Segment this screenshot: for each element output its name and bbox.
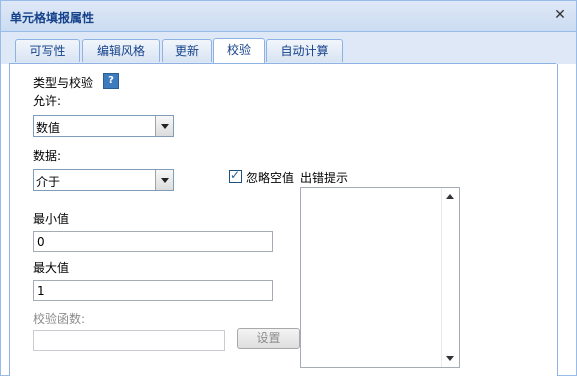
allow-label: 允许: [33, 94, 62, 108]
scroll-down-icon[interactable] [446, 356, 454, 361]
chevron-down-icon[interactable] [155, 116, 173, 136]
error-prompt-label: 出错提示 [300, 171, 349, 185]
min-input[interactable]: 0 [33, 231, 273, 252]
tab-auto-calc[interactable]: 自动计算 [266, 39, 343, 62]
tab-validation[interactable]: 校验 [213, 38, 265, 63]
max-label: 最大值 [33, 261, 70, 275]
scrollbar[interactable] [441, 188, 459, 367]
func-label: 校验函数: [33, 312, 86, 326]
tab-update[interactable]: 更新 [162, 39, 212, 62]
func-input[interactable] [33, 330, 225, 351]
data-select-value: 介于 [36, 175, 61, 189]
allow-select-value: 数值 [36, 121, 61, 135]
min-input-value: 0 [37, 235, 45, 249]
max-input[interactable]: 1 [33, 280, 273, 301]
min-label: 最小值 [33, 212, 70, 226]
dialog-title: 单元格填报属性 [10, 11, 95, 25]
data-select[interactable]: 介于 [33, 169, 174, 191]
close-icon[interactable]: ✕ [552, 7, 568, 23]
chevron-down-icon[interactable] [155, 170, 173, 190]
tab-edit-style[interactable]: 编辑风格 [82, 39, 160, 62]
help-icon[interactable]: ? [103, 73, 119, 89]
ignore-blank-label: 忽略空值 [246, 171, 295, 185]
allow-select[interactable]: 数值 [33, 115, 174, 137]
data-label: 数据: [33, 149, 62, 163]
ignore-blank-checkbox[interactable] [229, 168, 242, 183]
settings-button[interactable]: 设置 [237, 328, 300, 349]
cell-fill-properties-dialog: 单元格填报属性 ✕ 可写性 编辑风格 更新 校验 自动计算 类型与校验 ? 允许… [0, 0, 577, 376]
section-title: 类型与校验 [33, 76, 94, 90]
tab-writability[interactable]: 可写性 [15, 39, 80, 62]
error-prompt-textarea[interactable] [300, 187, 460, 368]
max-input-value: 1 [37, 284, 45, 298]
scroll-up-icon[interactable] [446, 194, 454, 199]
title-bar: 单元格填报属性 ✕ [1, 1, 576, 32]
tab-strip: 可写性 编辑风格 更新 校验 自动计算 [1, 32, 576, 64]
